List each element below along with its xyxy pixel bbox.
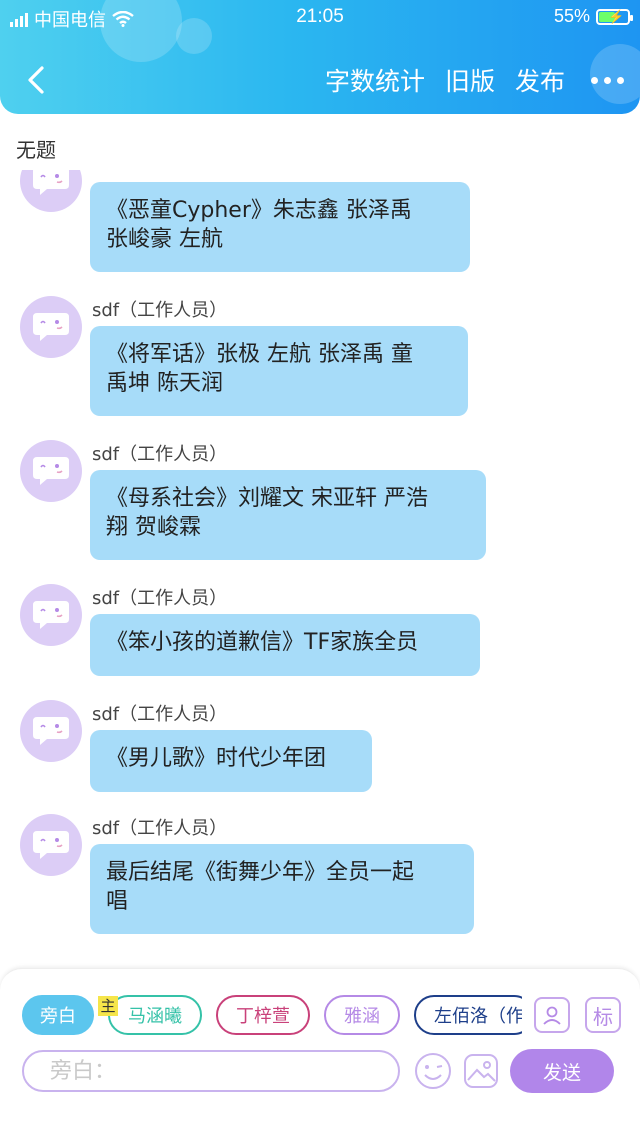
avatar[interactable] [20, 700, 82, 762]
publish-button[interactable]: 发布 [515, 62, 565, 98]
clock: 21:05 [296, 6, 344, 27]
header: 中国电信 21:05 55% ⚡ 字数统计 旧版 发布 [0, 0, 640, 114]
chat-bubble-icon [33, 831, 69, 859]
avatar[interactable] [20, 814, 82, 876]
message-bubble[interactable]: 《将军话》张极 左航 张泽禹 童 禹坤 陈天润 [90, 326, 468, 416]
sender-name: sdf（工作人员） [92, 444, 228, 465]
sender-name: sdf（工作人员） [92, 588, 228, 609]
tag-button[interactable]: 标 [585, 997, 621, 1033]
word-count-button[interactable]: 字数统计 [325, 62, 425, 98]
chip-role[interactable]: 雅涵 [324, 995, 400, 1035]
nav-bar: 字数统计 旧版 发布 [0, 58, 640, 106]
chip-role[interactable]: 左佰洛（作 [414, 995, 522, 1035]
emoji-icon[interactable] [414, 1052, 452, 1090]
message-bubble[interactable]: 《男儿歌》时代少年团 [90, 730, 372, 792]
page-title: 无题 [16, 138, 56, 162]
sender-name: sdf（工作人员） [92, 300, 228, 321]
send-button[interactable]: 发送 [510, 1049, 614, 1093]
avatar[interactable] [20, 440, 82, 502]
battery-percent: 55% [553, 6, 590, 26]
chat-bubble-icon [33, 601, 69, 629]
character-icon[interactable] [534, 997, 570, 1033]
message-bubble[interactable]: 最后结尾《街舞少年》全员一起 唱 [90, 844, 474, 934]
message-bubble[interactable]: 《母系社会》刘耀文 宋亚轩 严浩 翔 贺峻霖 [90, 470, 486, 560]
message-input[interactable] [22, 1050, 400, 1092]
image-icon[interactable] [462, 1052, 500, 1090]
back-icon[interactable] [22, 64, 54, 96]
host-badge: 主 [98, 996, 118, 1016]
chat-bubble-icon [33, 170, 69, 195]
chat-bubble-icon [33, 313, 69, 341]
battery-icon: ⚡ [596, 8, 633, 25]
avatar[interactable] [20, 170, 82, 212]
chip-role[interactable]: 丁梓萱 [216, 995, 310, 1035]
message-bubble[interactable]: 《笨小孩的道歉信》TF家族全员 [90, 614, 480, 676]
role-chips: 旁白 马涵曦 丁梓萱 雅涵 左佰洛（作 [22, 995, 522, 1037]
message-bubble[interactable]: 《恶童Cypher》朱志鑫 张泽禹 张峻豪 左航 [90, 182, 470, 272]
chat-list: 《恶童Cypher》朱志鑫 张泽禹 张峻豪 左航 sdf（工作人员） 《将军话》… [0, 170, 640, 960]
chip-role[interactable]: 马涵曦 [108, 995, 202, 1035]
more-icon[interactable] [585, 76, 624, 84]
chat-bubble-icon [33, 457, 69, 485]
sender-name: sdf（工作人员） [92, 704, 228, 725]
status-bar: 中国电信 21:05 55% ⚡ [0, 0, 640, 34]
chip-narrator[interactable]: 旁白 [22, 995, 94, 1035]
chat-bubble-icon [33, 717, 69, 745]
avatar[interactable] [20, 584, 82, 646]
sender-name: sdf（工作人员） [92, 818, 228, 839]
old-version-button[interactable]: 旧版 [445, 62, 495, 98]
avatar[interactable] [20, 296, 82, 358]
